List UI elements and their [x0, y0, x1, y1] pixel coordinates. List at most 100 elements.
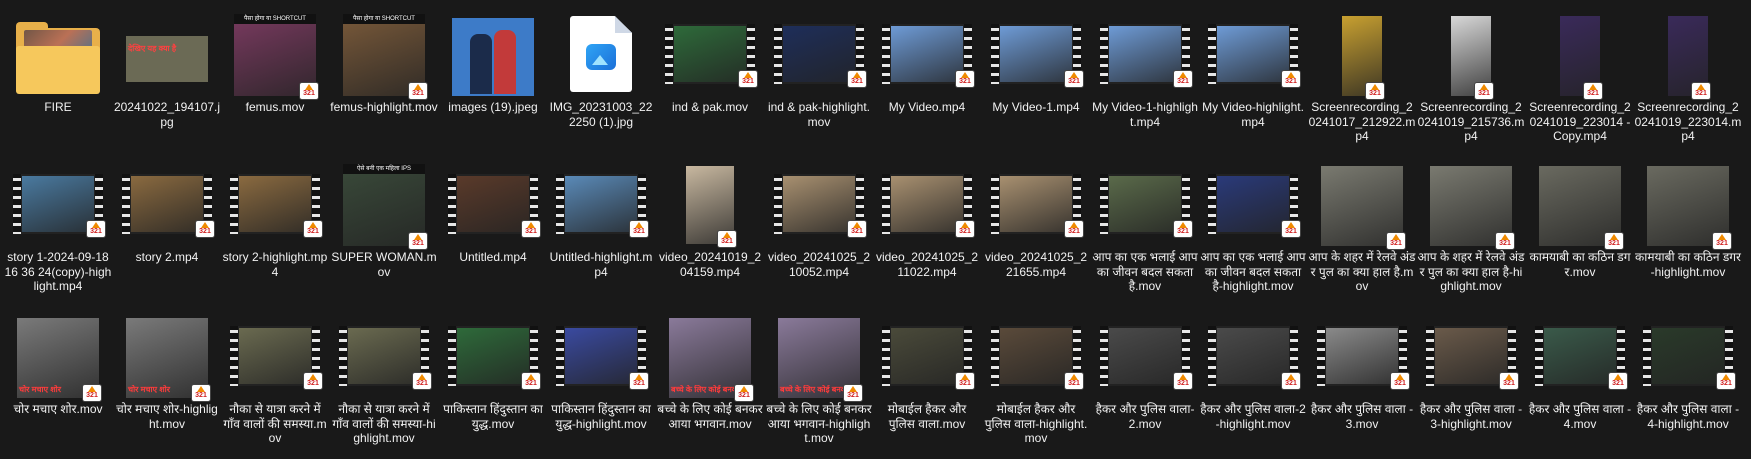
file-thumbnail: 321 — [1526, 6, 1634, 99]
file-thumbnail: 321 — [873, 156, 981, 248]
file-item[interactable]: 321 story 2.mp4 — [113, 150, 221, 300]
vlc-icon: 321 — [1475, 83, 1493, 99]
file-item[interactable]: 321 हैकर और पुलिस वाला- 2.mov — [1091, 302, 1199, 452]
video-thumbnail: 321 — [448, 174, 540, 237]
file-thumbnail: 321 — [1417, 308, 1525, 400]
file-thumbnail: चोर मचाए शोर 321 — [4, 308, 112, 401]
file-item[interactable]: चोर मचाए शोर 321 चोर मचाए शोर-highlight.mo… — [113, 302, 221, 452]
file-item[interactable]: बच्चे के लिए कोई बनकर आया 321 बच्चे के लिए… — [765, 302, 873, 452]
file-name: story 2-highlight.mp4 — [222, 250, 328, 279]
vlc-icon: 321 — [1496, 233, 1514, 249]
file-item[interactable]: IMG_20231003_222250 (1).jpg — [547, 0, 655, 150]
file-item[interactable]: 321 आप के शहर में रेलवे अंडर पुल का क्या … — [1308, 150, 1416, 300]
file-name: video_20241025_211022.mp4 — [875, 250, 979, 279]
video-thumbnail: 321 — [1539, 166, 1623, 249]
vlc-icon: 321 — [409, 233, 427, 249]
vlc-icon: 321 — [304, 373, 322, 389]
vlc-icon: 321 — [1605, 233, 1623, 249]
vlc-icon: 321 — [630, 221, 648, 237]
file-item[interactable]: 321 Untitled-highlight.mp4 — [547, 150, 655, 300]
file-item[interactable]: 321 Screenrecording_20241019_215736.mp4 — [1417, 0, 1525, 150]
video-thumbnail: 321 — [1535, 326, 1627, 389]
file-name: पाकिस्तान हिंदुस्तान का युद्ध.mov — [443, 402, 543, 431]
file-item[interactable]: 321 Screenrecording_20241019_223014 - Cop… — [1526, 0, 1634, 150]
vlc-icon: 321 — [1584, 83, 1602, 99]
file-thumbnail: बच्चे के लिए कोई बनकर आया 321 — [765, 308, 873, 401]
file-item[interactable]: 321 आप के शहर में रेलवे अंडर पुल का क्या … — [1417, 150, 1525, 300]
vlc-icon: 321 — [1174, 373, 1192, 389]
file-item[interactable]: 321 My Video-highlight.mp4 — [1199, 0, 1307, 150]
file-item[interactable]: पैसा होगा या SHORTCUT 321 femus-highlight.… — [330, 0, 438, 150]
video-thumbnail: 321 — [1100, 174, 1192, 237]
thumbnail-banner: पैसा होगा या SHORTCUT — [343, 14, 425, 24]
file-item[interactable]: 321 मोबाईल हैकर और पुलिस वाला-highlight.m… — [982, 302, 1090, 452]
file-item[interactable]: 321 हैकर और पुलिस वाला -4-highlight.mov — [1634, 302, 1742, 452]
file-thumbnail: 321 — [1199, 156, 1307, 248]
file-item[interactable]: पैसा होगा या SHORTCUT 321 femus.mov — [221, 0, 329, 150]
vlc-icon: 321 — [1387, 233, 1405, 249]
file-item[interactable]: 321 story 2-highlight.mp4 — [221, 150, 329, 300]
file-thumbnail: 321 — [1634, 308, 1742, 400]
file-item[interactable]: 321 ind & pak-highlight.mov — [765, 0, 873, 150]
file-item[interactable]: 321 video_20241025_210052.mp4 — [765, 150, 873, 300]
file-item[interactable]: 321 पाकिस्तान हिंदुस्तान का युद्ध.mov — [439, 302, 547, 452]
file-name: बच्चे के लिए कोई बनकर आया भगवान-highligh… — [766, 402, 872, 445]
video-thumbnail: 321 — [556, 326, 648, 389]
video-thumbnail: 321 — [991, 174, 1083, 237]
file-item[interactable]: 321 Screenrecording_20241019_223014.mp4 — [1634, 0, 1742, 150]
vlc-icon: 321 — [1065, 221, 1083, 237]
file-item[interactable]: 321 My Video-1-highlight.mp4 — [1091, 0, 1199, 150]
vlc-icon: 321 — [848, 221, 866, 237]
video-thumbnail: 321 — [230, 174, 322, 237]
file-name: story 1-2024-09-18 16 36 24(copy)-highli… — [4, 250, 112, 293]
file-item[interactable]: ऐसे बनी एक महिला IPS 321 SUPER WOMAN.mov — [330, 150, 438, 300]
video-thumbnail: 321 — [686, 166, 736, 247]
file-item[interactable]: 321 story 1-2024-09-18 16 36 24(copy)-hig… — [4, 150, 112, 300]
file-item[interactable]: 321 आप का एक भलाई आप का जीवन बदल सकता है.… — [1091, 150, 1199, 300]
video-thumbnail: 321 — [1668, 16, 1710, 99]
file-name: आप का एक भलाई आप का जीवन बदल सकता है-hig… — [1200, 250, 1306, 293]
video-thumbnail: 321 — [1643, 326, 1735, 389]
file-thumbnail: 321 — [1091, 6, 1199, 98]
file-thumbnail: 321 — [656, 6, 764, 98]
file-name: नौका से यात्रा करने में गाँव वालों की सम… — [223, 402, 327, 445]
file-item[interactable]: 321 पाकिस्तान हिंदुस्तान का युद्ध-highlig… — [547, 302, 655, 452]
file-item[interactable]: बच्चे के लिए कोई बनकर आया 321 बच्चे के लिए… — [656, 302, 764, 452]
file-thumbnail: 321 — [113, 156, 221, 248]
file-item[interactable]: 321 Screenrecording_20241017_212922.mp4 — [1308, 0, 1416, 150]
file-name: ind & pak-highlight.mov — [767, 100, 871, 129]
file-thumbnail: 321 — [982, 6, 1090, 98]
file-item[interactable]: 321 हैकर और पुलिस वाला -3-highlight.mov — [1417, 302, 1525, 452]
file-item[interactable]: FIRE — [4, 0, 112, 150]
file-item[interactable]: 321 ind & pak.mov — [656, 0, 764, 150]
file-name: story 2.mp4 — [135, 250, 199, 264]
file-item[interactable]: 321 हैकर और पुलिस वाला-2-highlight.mov — [1199, 302, 1307, 452]
file-item[interactable]: 321 video_20241025_211022.mp4 — [873, 150, 981, 300]
file-item[interactable]: 321 मोबाईल हैकर और पुलिस वाला.mov — [873, 302, 981, 452]
file-name: Untitled.mp4 — [459, 250, 527, 264]
file-item[interactable]: 321 My Video-1.mp4 — [982, 0, 1090, 150]
file-thumbnail: 321 — [982, 308, 1090, 400]
file-item[interactable]: 321 नौका से यात्रा करने में गाँव वालों की… — [221, 302, 329, 452]
file-item[interactable]: 321 हैकर और पुलिस वाला -4.mov — [1526, 302, 1634, 452]
file-name: Screenrecording_20241019_215736.mp4 — [1417, 100, 1525, 143]
image-thumbnail: देखिए यह क्या है — [126, 36, 208, 82]
file-item[interactable]: 321 कामयाबी का कठिन डगर-highlight.mov — [1634, 150, 1742, 300]
file-item[interactable]: images (19).jpeg — [439, 0, 547, 150]
video-thumbnail: 321 — [1647, 166, 1731, 249]
file-item[interactable]: 321 कामयाबी का कठिन डगर.mov — [1526, 150, 1634, 300]
file-item[interactable]: 321 Untitled.mp4 — [439, 150, 547, 300]
file-item[interactable]: 321 video_20241025_221655.mp4 — [982, 150, 1090, 300]
file-item[interactable]: देखिए यह क्या है 20241022_194107.jpg — [113, 0, 221, 150]
file-item[interactable]: चोर मचाए शोर 321 चोर मचाए शोर.mov — [4, 302, 112, 452]
file-item[interactable]: 321 आप का एक भलाई आप का जीवन बदल सकता है-… — [1199, 150, 1307, 300]
file-item[interactable]: 321 video_20241019_204159.mp4 — [656, 150, 764, 300]
file-item[interactable]: 321 My Video.mp4 — [873, 0, 981, 150]
video-thumbnail: 321 — [13, 174, 105, 237]
thumbnail-banner: ऐसे बनी एक महिला IPS — [343, 164, 425, 174]
file-item[interactable]: 321 नौका से यात्रा करने में गाँव वालों की… — [330, 302, 438, 452]
video-thumbnail: 321 — [1426, 326, 1518, 389]
file-name: Screenrecording_20241017_212922.mp4 — [1308, 100, 1416, 143]
vlc-icon: 321 — [1366, 83, 1384, 99]
file-item[interactable]: 321 हैकर और पुलिस वाला -3.mov — [1308, 302, 1416, 452]
